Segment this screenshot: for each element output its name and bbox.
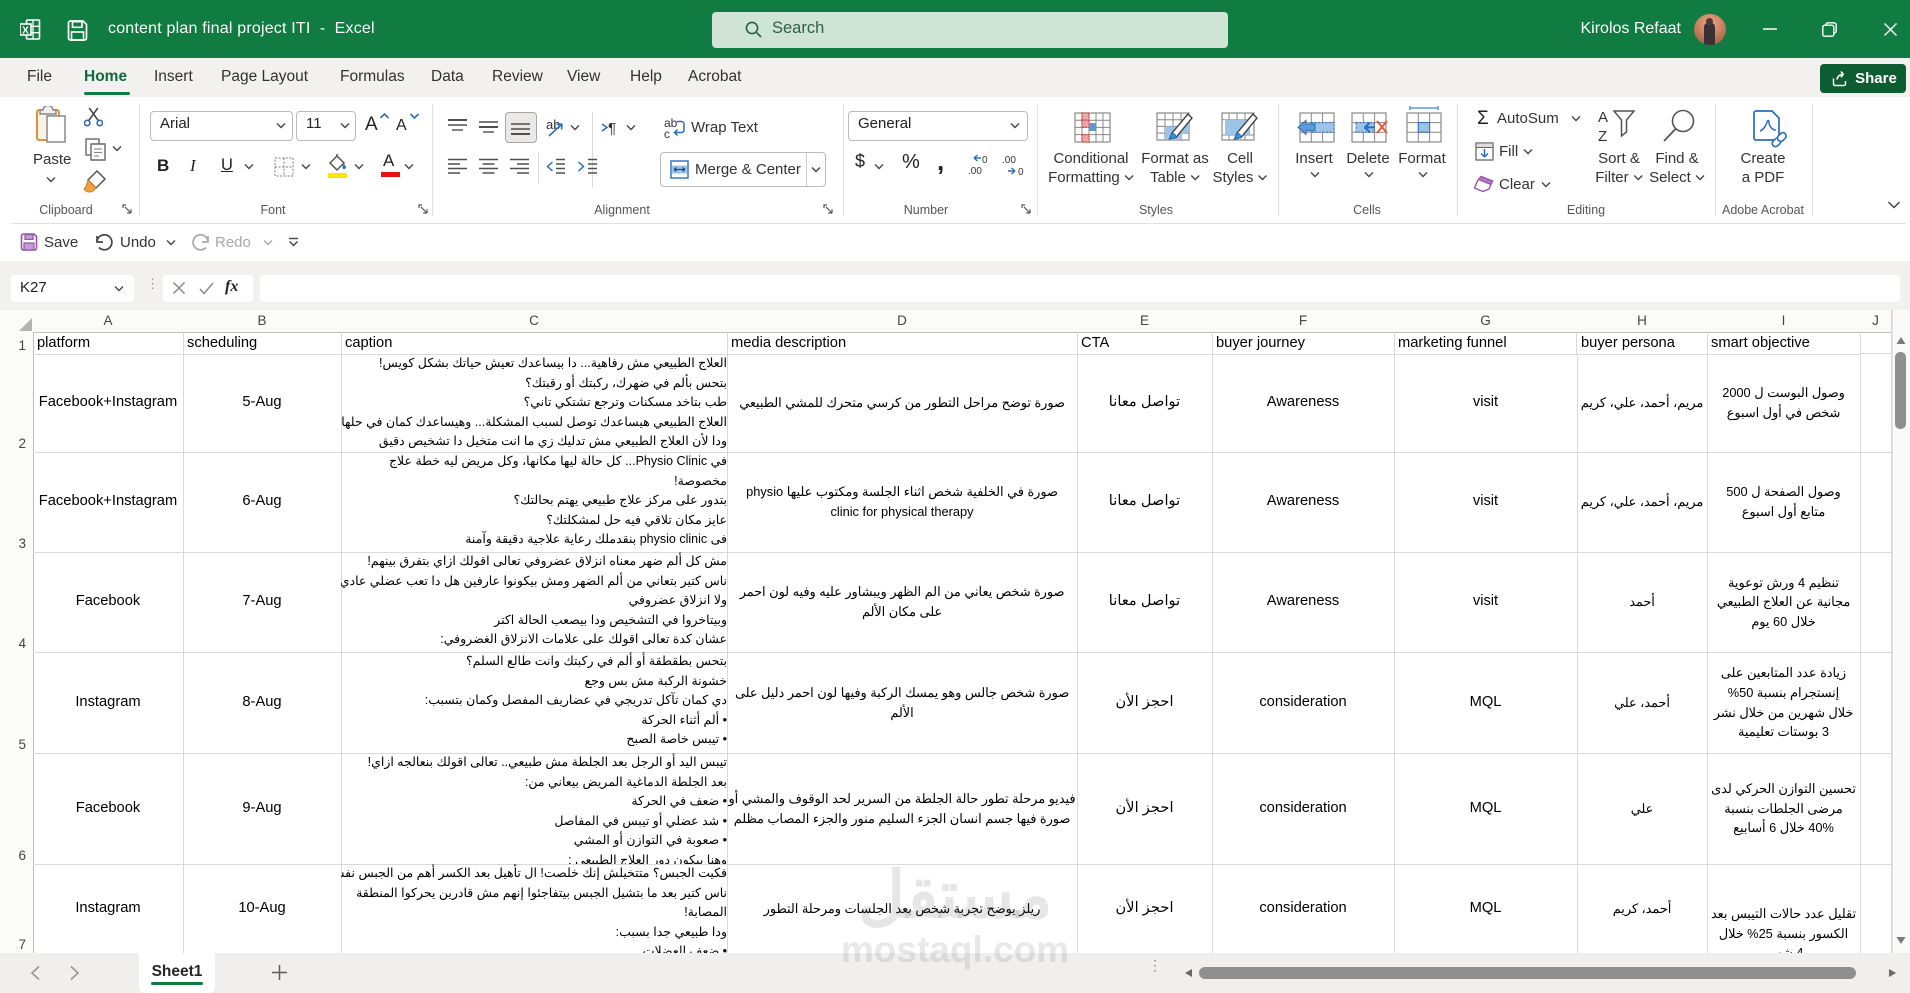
svg-text:0: 0 [982, 155, 988, 166]
svg-text:¶: ¶ [608, 120, 616, 136]
svg-text:.00: .00 [1002, 155, 1016, 166]
svg-text:A: A [1598, 109, 1608, 126]
svg-text:Z: Z [1598, 128, 1607, 145]
svg-text:0: 0 [1018, 167, 1024, 176]
svg-text:.00: .00 [968, 166, 982, 176]
svg-text:X: X [22, 26, 29, 37]
svg-text:c: c [664, 127, 670, 138]
